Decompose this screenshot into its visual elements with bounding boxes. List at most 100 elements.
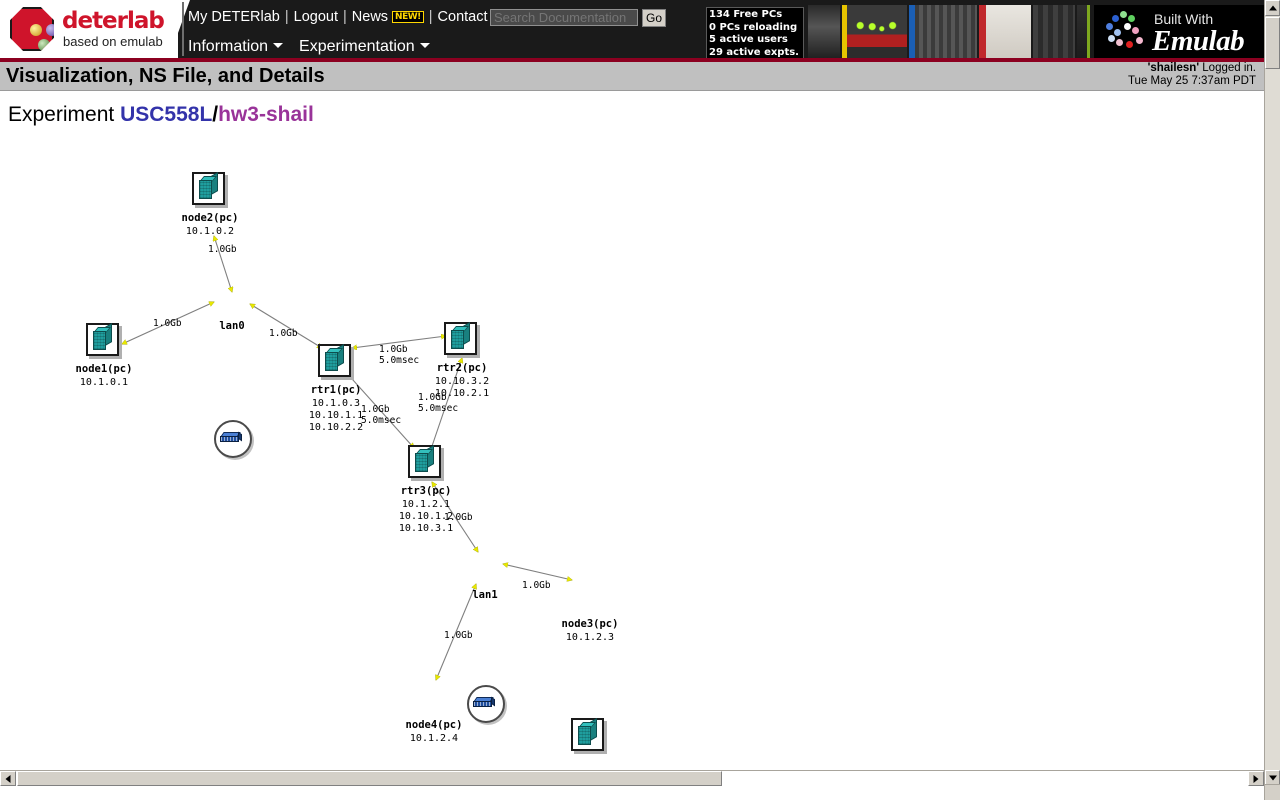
photo-rack-3 [909,5,978,59]
link-attribute: 1.0Gb [444,630,473,641]
node-ip: 10.1.0.3 [311,398,361,409]
experiment-project-link[interactable]: USC558L [120,103,212,126]
node-ip: 10.1.2.3 [565,632,615,643]
pc-front-face [93,331,106,350]
topology-node-node2[interactable] [192,171,228,208]
node-ip: 10.1.0.1 [79,377,129,388]
pc-front-face [325,352,338,371]
topology-link [250,304,322,348]
topology-node-rtr3[interactable] [408,444,444,481]
arrow-left-icon [5,774,11,783]
scroll-left-button[interactable] [0,771,16,786]
vertical-scroll-thumb[interactable] [1265,17,1280,69]
scrollbar-corner [1264,784,1280,800]
site-header: deterlab based on emulab My DETERlab | L… [0,0,1264,62]
node-label-node1: node1(pc) [75,363,133,375]
menu-information[interactable]: Information [188,38,284,56]
arrow-right-icon [1253,774,1259,783]
pc-front-face [415,453,428,472]
photo-rack-1 [808,5,840,59]
pc-front-face [199,180,212,199]
scroll-up-button[interactable] [1265,0,1280,16]
deterlab-octagon-icon [10,7,54,51]
testbed-photo-strip [808,5,1090,59]
photo-rack-6 [1076,5,1090,59]
login-status: 'shailesn' Logged in. Tue May 25 7:37am … [1128,62,1256,88]
link-attribute: 1.0Gb [379,344,408,355]
experiment-prefix-label: Experiment [8,103,115,126]
deterlab-logo[interactable]: deterlab based on emulab [0,0,190,58]
switch-front-face [473,701,492,707]
octagon-dot-purple [46,24,54,36]
horizontal-scroll-thumb[interactable] [17,771,722,786]
search-go-button[interactable]: Go [642,9,666,27]
page-title: Visualization, NS File, and Details [6,65,325,87]
pc-front-face [451,330,464,349]
topology-visualization[interactable]: node2(pc) 10.1.0.2 lan0 node1(pc) 10.1.0.1 rt… [0,140,1264,780]
node-label-rtr2: rtr2(pc) [436,362,488,374]
login-timestamp: Tue May 25 7:37am PDT [1127,75,1256,87]
link-label-rtr2-rtr3: 1.0Gb 5.0msec [418,392,458,414]
link-attribute: 1.0Gb [208,244,237,255]
link-label-rtr3-lan1: 1.0Gb [444,512,473,523]
vertical-scrollbar[interactable] [1264,0,1280,786]
octagon-dot-yellow [30,24,42,36]
stat-free-pcs: 134 Free PCs [709,9,783,20]
node-label-rtr3: rtr3(pc) [400,485,452,497]
link-label-node1-lan0: 1.0Gb [153,318,182,329]
link-attribute: 1.0Gb [153,318,182,329]
topology-node-rtr2[interactable] [444,321,480,358]
link-label-lan1-node4: 1.0Gb [444,630,473,641]
stat-active-users: 5 active users [709,34,788,45]
node-ips-node2: 10.1.0.2 [186,226,234,238]
login-username: 'shailesn' [1147,62,1200,74]
link-label-rtr1-rtr2: 1.0Gb 5.0msec [379,344,419,366]
arrow-down-icon [1268,775,1277,781]
link-label-rtr1-rtr3: 1.0Gb 5.0msec [361,404,401,426]
built-with-emulab-badge[interactable]: Built With Emulab [1094,5,1264,58]
link-attribute: 5.0msec [418,403,459,414]
page-titlebar: Visualization, NS File, and Details 'sha… [0,62,1264,91]
topology-node-lan1[interactable] [467,685,505,723]
menu-experimentation[interactable]: Experimentation [299,38,430,56]
chevron-down-icon [273,43,284,48]
node-label-node3: node3(pc) [561,618,619,630]
topology-node-rtr1[interactable] [318,343,354,380]
node-ip: 10.10.3.2 [434,376,490,387]
link-attribute: 1.0Gb [444,512,473,523]
node-ip: 10.10.3.1 [398,523,454,534]
photo-rack-2 [841,5,908,59]
search-input[interactable] [490,9,638,26]
link-label-lan1-node3: 1.0Gb [522,580,551,591]
link-attribute: 1.0Gb [522,580,551,591]
nav-news[interactable]: News [352,9,388,25]
node-label-node4: node4(pc) [405,719,463,731]
node-ips-node3: 10.1.2.3 [566,632,614,644]
horizontal-scrollbar[interactable] [0,770,1264,786]
node-ip: 10.1.2.4 [409,733,459,744]
topology-node-lan0[interactable] [214,420,252,458]
node-label-node2: node2(pc) [181,212,239,224]
link-attribute: 1.0Gb [361,404,390,415]
logo-tagline: based on emulab [63,34,163,49]
nav-my-deterlab[interactable]: My DETERlab [188,9,280,25]
emulab-flower-icon [1106,11,1148,53]
link-label-node2-lan0: 1.0Gb [208,244,237,255]
logo-wordmark: deterlab [62,8,165,34]
topology-node-node3[interactable] [571,717,607,754]
topology-node-node1[interactable] [86,322,122,359]
link-attribute: 5.0msec [361,415,402,426]
link-label-lan0-rtr1: 1.0Gb [269,328,298,339]
scroll-right-button[interactable] [1248,771,1264,786]
node-ip: 10.10.1.1 [308,410,364,421]
node-ip: 10.10.2.2 [308,422,364,433]
browser-viewport: deterlab based on emulab My DETERlab | L… [0,0,1280,800]
secondary-nav: Information Experimentation [188,36,446,58]
nav-logout[interactable]: Logout [294,9,338,25]
photo-rack-4 [979,5,1032,59]
node-ips-rtr1: 10.1.0.3 10.10.1.1 10.10.2.2 [309,398,363,434]
menu-experimentation-label: Experimentation [299,38,415,55]
chevron-down-icon [419,43,430,48]
photo-rack-5 [1033,5,1075,59]
experiment-name-link[interactable]: hw3-shail [218,103,314,126]
